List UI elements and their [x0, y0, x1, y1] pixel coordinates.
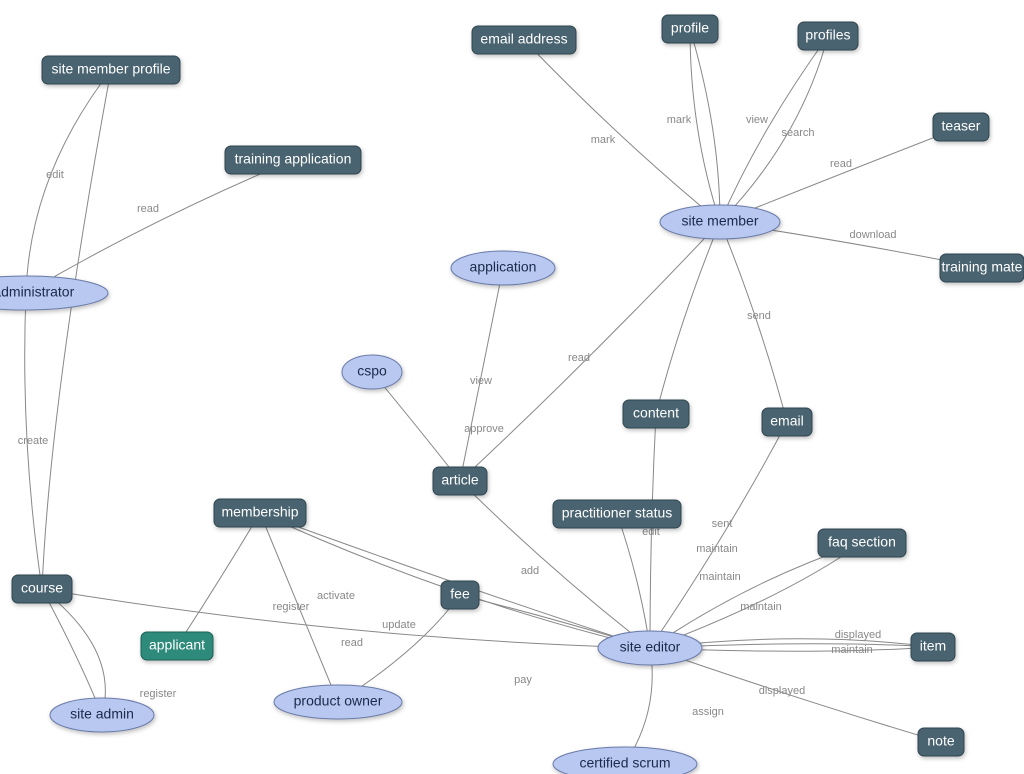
edge-label-applicant-membership: register: [273, 601, 310, 613]
node-item[interactable]: item: [911, 633, 955, 661]
node-shape-faq-section[interactable]: [818, 529, 906, 557]
node-shape-site-administrator[interactable]: [0, 276, 108, 310]
node-shape-content[interactable]: [623, 400, 689, 428]
node-cspo[interactable]: cspo: [342, 355, 402, 389]
node-shape-site-editor[interactable]: [598, 631, 702, 665]
edge-label-site-member-profiles: search: [781, 127, 814, 139]
node-shape-note[interactable]: [918, 728, 964, 756]
edge-course-site-member-profile: [42, 70, 111, 589]
node-shape-site-member-profile[interactable]: [42, 56, 180, 84]
node-shape-course[interactable]: [12, 575, 72, 603]
node-training-application[interactable]: training application: [225, 146, 361, 174]
edge-site-administrator-site-member-profile: [26, 70, 111, 293]
node-shape-practitioner-status[interactable]: [553, 500, 681, 528]
node-site-editor[interactable]: site editor: [598, 631, 702, 665]
node-shape-training-materials[interactable]: [940, 254, 1024, 282]
edge-label-site-member-email-address: mark: [591, 134, 616, 146]
edge-site-member-profile: [690, 29, 720, 222]
edge-product-owner-membership: [260, 513, 338, 702]
node-site-administrator[interactable]: te administrator: [0, 276, 108, 310]
edge-site-editor-faq-section: [650, 543, 862, 648]
edge-label-site-editor-membership: read: [341, 637, 363, 649]
edge-label-site-editor-faq-section: maintain: [699, 571, 741, 583]
node-training-materials[interactable]: training mate: [940, 254, 1024, 282]
node-applicant[interactable]: applicant: [141, 632, 213, 660]
node-shape-email-address[interactable]: [472, 26, 576, 54]
node-membership[interactable]: membership: [214, 499, 306, 527]
node-application[interactable]: application: [451, 251, 555, 285]
graph-canvas[interactable]: editreadcreatemarkmarkviewsearchreaddown…: [0, 0, 1024, 774]
edge-label-site-member-teaser: read: [830, 158, 852, 170]
edge-site-member-profile: [690, 29, 720, 222]
node-shape-fee[interactable]: [441, 581, 479, 609]
edge-label-product-owner-fee: pay: [514, 674, 532, 686]
node-certified-scrum[interactable]: certified scrum: [553, 747, 697, 774]
edge-label-site-administrator-training-application: read: [137, 203, 159, 215]
node-product-owner[interactable]: product owner: [274, 685, 402, 719]
node-shape-site-member[interactable]: [660, 205, 780, 239]
edge-applicant-membership: [177, 513, 260, 646]
edge-site-editor-faq-section: [650, 543, 862, 648]
node-note[interactable]: note: [918, 728, 964, 756]
edge-site-member-teaser: [720, 127, 961, 222]
edge-label-product-owner-membership: activate: [317, 590, 355, 602]
node-shape-membership[interactable]: [214, 499, 306, 527]
edge-site-member-email: [720, 222, 787, 422]
edge-cspo-article: [372, 372, 460, 481]
node-shape-profiles[interactable]: [798, 22, 858, 50]
node-shape-email[interactable]: [762, 408, 812, 436]
edge-label-site-admin-course: register: [140, 688, 177, 700]
edge-label-site-editor-membership: update: [382, 619, 416, 631]
edge-site-member-profiles: [720, 36, 828, 222]
edge-label-site-member-training-materials: download: [849, 229, 896, 241]
nodes-layer: site member profile training application e…: [0, 15, 1024, 774]
edge-site-member-content: [656, 222, 720, 414]
edge-site-editor-content: [650, 414, 656, 648]
node-faq-section[interactable]: faq section: [818, 529, 906, 557]
node-shape-site-admin[interactable]: [50, 698, 154, 732]
edge-application-article: [460, 268, 503, 481]
node-site-admin[interactable]: site admin: [50, 698, 154, 732]
edge-label-site-member-article: read: [568, 352, 590, 364]
edge-site-editor-practitioner-status: [617, 514, 650, 648]
edge-site-admin-course: [42, 589, 102, 715]
edge-label-site-editor-certified-scrum: assign: [692, 706, 724, 718]
edge-label-site-member-profile: mark: [667, 114, 692, 126]
node-site-member-profile[interactable]: site member profile: [42, 56, 180, 84]
node-practitioner-status[interactable]: practitioner status: [553, 500, 681, 528]
node-content[interactable]: content: [623, 400, 689, 428]
edge-label-site-editor-item: maintain: [740, 601, 782, 613]
node-shape-item[interactable]: [911, 633, 955, 661]
edge-site-administrator-course: [25, 293, 42, 589]
node-site-member[interactable]: site member: [660, 205, 780, 239]
node-course[interactable]: course: [12, 575, 72, 603]
node-shape-article[interactable]: [433, 467, 487, 495]
node-shape-applicant[interactable]: [141, 632, 213, 660]
node-shape-product-owner[interactable]: [274, 685, 402, 719]
edge-label-site-member-profiles: view: [746, 114, 768, 126]
node-profiles[interactable]: profiles: [798, 22, 858, 50]
edge-site-editor-note: [650, 648, 941, 742]
node-shape-cspo[interactable]: [342, 355, 402, 389]
node-profile[interactable]: profile: [662, 15, 718, 43]
edge-label-site-administrator-course: create: [18, 435, 49, 447]
node-shape-training-application[interactable]: [225, 146, 361, 174]
node-email-address[interactable]: email address: [472, 26, 576, 54]
edge-label-site-member-email: send: [747, 310, 771, 322]
node-shape-profile[interactable]: [662, 15, 718, 43]
edge-site-editor-email: [650, 422, 787, 648]
node-article[interactable]: article: [433, 467, 487, 495]
node-teaser[interactable]: teaser: [933, 113, 989, 141]
edge-label-site-editor-article: add: [521, 565, 539, 577]
edge-site-administrator-training-application: [26, 160, 293, 293]
node-fee[interactable]: fee: [441, 581, 479, 609]
edge-site-member-profiles: [720, 36, 828, 222]
node-email[interactable]: email: [762, 408, 812, 436]
node-shape-application[interactable]: [451, 251, 555, 285]
node-shape-teaser[interactable]: [933, 113, 989, 141]
node-shape-certified-scrum[interactable]: [553, 747, 697, 774]
